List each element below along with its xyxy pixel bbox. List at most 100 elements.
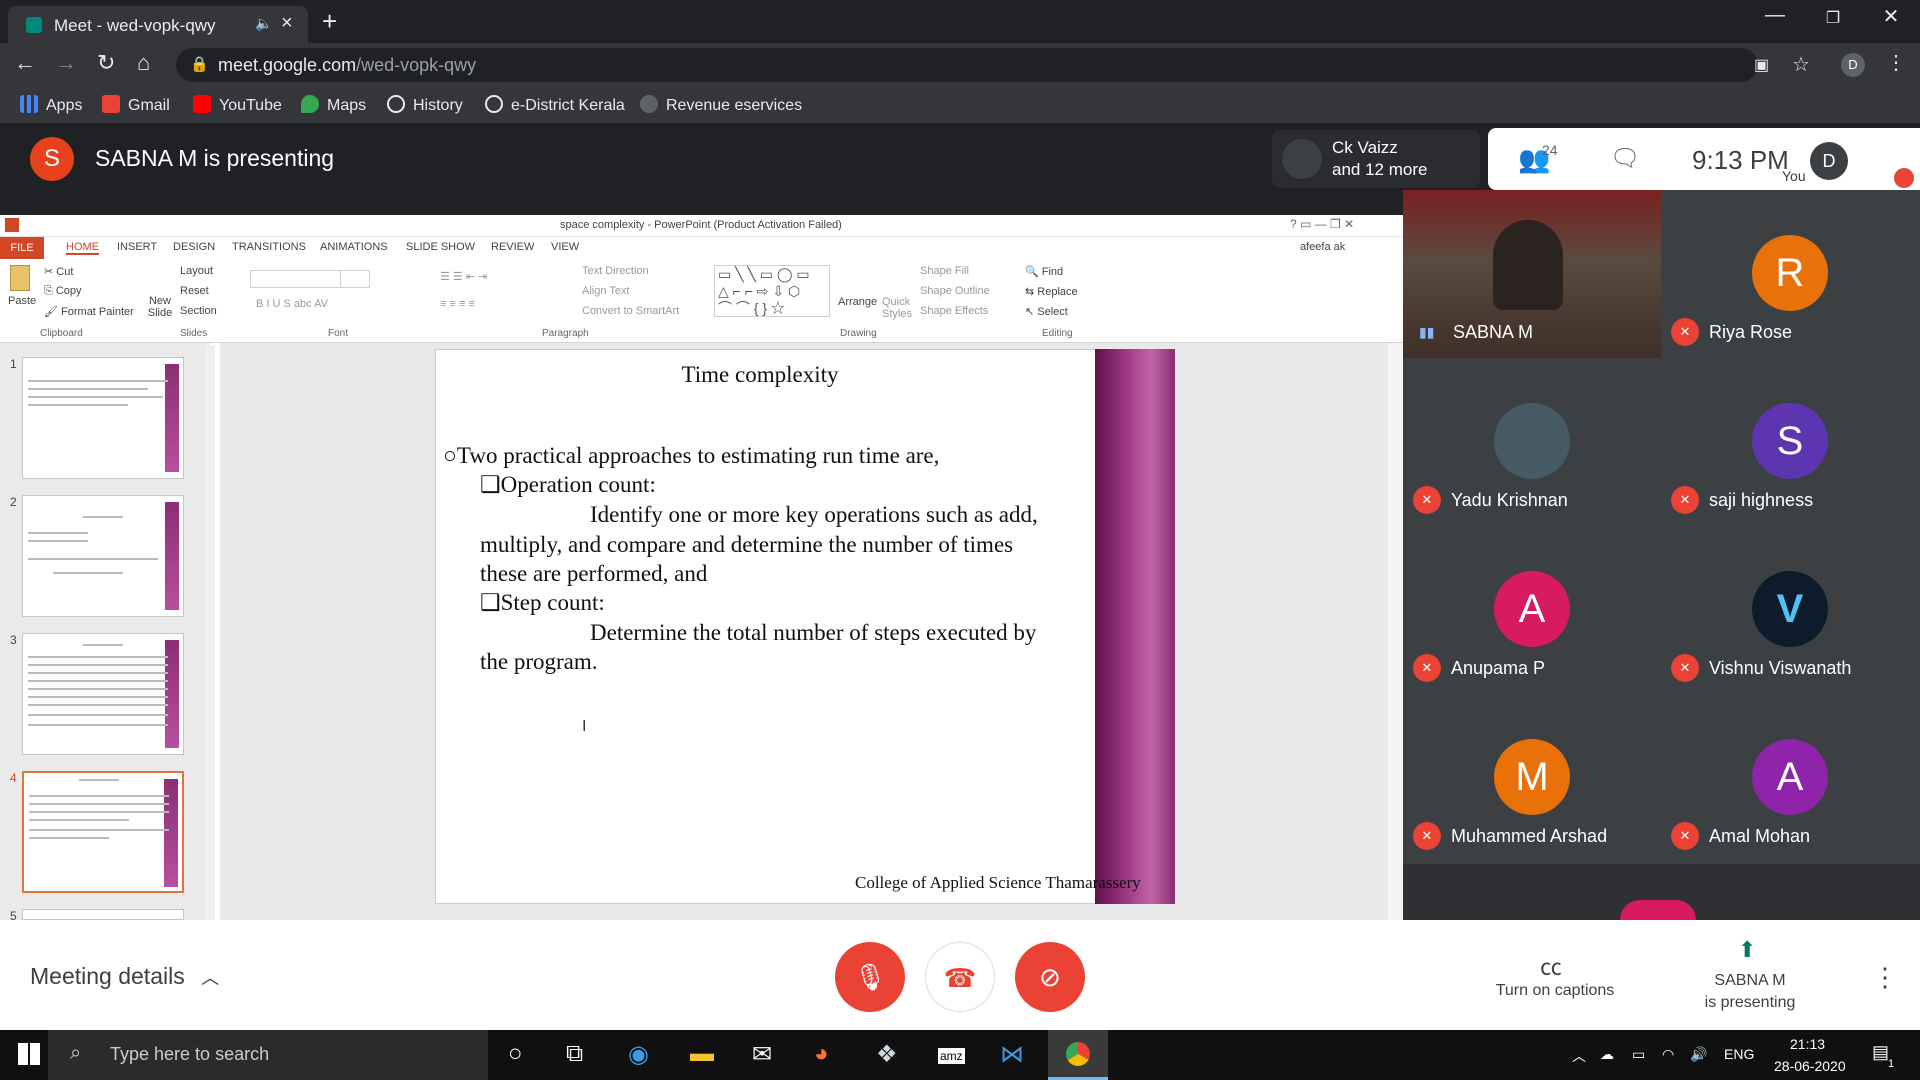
taskbar-search[interactable]: ⌕ Type here to search: [48, 1030, 488, 1080]
bookmark-apps[interactable]: Apps: [20, 95, 82, 115]
home-icon[interactable]: ⌂: [137, 50, 150, 76]
file-tab[interactable]: FILE: [0, 237, 44, 259]
shape-outline-button[interactable]: Shape Outline: [920, 285, 990, 297]
browser-tab[interactable]: Meet - wed-vopk-qwy 🔈 ×: [8, 6, 308, 43]
tab-home[interactable]: HOME: [66, 241, 99, 255]
paste-icon[interactable]: [10, 265, 30, 291]
paste-button[interactable]: Paste: [8, 295, 36, 307]
select-button[interactable]: ↖ Select: [1025, 305, 1068, 318]
participant-tile[interactable]: V ✕ Vishnu Viswanath: [1661, 526, 1919, 694]
leave-call-button[interactable]: ☎: [925, 942, 995, 1012]
meeting-details-button[interactable]: Meeting details ︿: [30, 963, 219, 990]
task-view-icon[interactable]: ⧉: [566, 1040, 583, 1068]
slide-thumbnail-1[interactable]: [22, 357, 184, 479]
address-bar[interactable]: 🔒 meet.google.com/wed-vopk-qwy: [176, 48, 1758, 82]
participant-tile[interactable]: ✕ Yadu Krishnan: [1403, 358, 1661, 526]
battery-icon[interactable]: ▭: [1632, 1046, 1645, 1063]
close-window-icon[interactable]: ✕: [1868, 4, 1914, 29]
forward-icon[interactable]: →: [55, 50, 77, 76]
wifi-icon[interactable]: ◠: [1662, 1046, 1674, 1063]
chrome-menu-icon[interactable]: ⋮: [1886, 50, 1906, 75]
amazon-icon[interactable]: amz: [938, 1048, 965, 1064]
tab-design[interactable]: DESIGN: [173, 241, 215, 253]
text-direction-button[interactable]: Text Direction: [582, 265, 649, 277]
tab-view[interactable]: VIEW: [551, 241, 579, 253]
captions-icon[interactable]: ㏄: [1540, 950, 1562, 982]
shape-effects-button[interactable]: Shape Effects: [920, 305, 988, 317]
font-size-combo[interactable]: [340, 270, 370, 288]
align-text-button[interactable]: Align Text: [582, 285, 630, 297]
participant-tile[interactable]: M ✕ Muhammed Arshad: [1403, 694, 1661, 862]
arrange-button[interactable]: Arrange: [838, 296, 877, 308]
minimize-icon[interactable]: —: [1752, 4, 1798, 27]
mic-toggle-button[interactable]: 🎙: [835, 942, 905, 1012]
participant-tile[interactable]: S ✕ saji highness: [1661, 358, 1919, 526]
dropbox-icon[interactable]: ❖: [876, 1040, 898, 1069]
format-painter-button[interactable]: 🖌 Format Painter: [44, 305, 134, 318]
ppt-window-controls-icon[interactable]: ? ▭ — ❐ ✕: [1290, 217, 1354, 231]
captions-button[interactable]: Turn on captions: [1470, 982, 1640, 1000]
convert-smartart-button[interactable]: Convert to SmartArt: [582, 305, 679, 317]
tab-review[interactable]: REVIEW: [491, 241, 534, 253]
language-indicator[interactable]: ENG: [1724, 1046, 1754, 1062]
find-button[interactable]: 🔍 Find: [1025, 265, 1063, 278]
align-buttons-icon[interactable]: ≡ ≡ ≡ ≡: [440, 298, 475, 310]
bookmark-gmail[interactable]: Gmail: [102, 95, 170, 115]
others-presenting-box[interactable]: Ck Vaizz and 12 more: [1272, 130, 1480, 188]
close-tab-icon[interactable]: ×: [281, 12, 293, 35]
onedrive-icon[interactable]: ☁: [1600, 1046, 1614, 1063]
shapes-gallery[interactable]: ▭ ╲ ╲ ▭ ◯ ▭ △ ⌐ ⌐ ⇨ ⇩ ⬡ ⌒ ⌒ { } ☆: [714, 265, 830, 317]
slide-thumbnail-5[interactable]: [22, 909, 184, 920]
slide-thumbnail-2[interactable]: [22, 495, 184, 617]
more-options-icon[interactable]: ⋮: [1872, 962, 1898, 993]
replace-button[interactable]: ⇆ Replace: [1025, 285, 1078, 298]
section-button[interactable]: Section: [180, 305, 217, 317]
edge-icon[interactable]: ◉: [628, 1040, 649, 1069]
slide-scrollbar[interactable]: [1388, 343, 1403, 920]
file-explorer-icon[interactable]: ▬: [690, 1040, 714, 1068]
tab-slideshow[interactable]: SLIDE SHOW: [406, 241, 475, 253]
camera-blocked-icon[interactable]: ▣: [1754, 55, 1769, 75]
back-icon[interactable]: ←: [14, 50, 36, 76]
slide-thumbnail-3[interactable]: [22, 633, 184, 755]
self-avatar[interactable]: D: [1810, 142, 1848, 180]
taskbar-date[interactable]: 28-06-2020: [1774, 1058, 1846, 1074]
bookmark-revenue[interactable]: Revenue eservices: [640, 95, 802, 115]
profile-avatar[interactable]: D: [1841, 53, 1865, 77]
mail-icon[interactable]: ✉: [752, 1040, 772, 1069]
new-tab-icon[interactable]: +: [322, 6, 337, 37]
volume-icon[interactable]: 🔊: [1690, 1046, 1707, 1063]
presenting-button[interactable]: SABNA Mis presenting: [1680, 970, 1820, 1014]
bookmark-youtube[interactable]: YouTube: [193, 95, 282, 115]
notifications-icon[interactable]: ▤: [1872, 1042, 1889, 1063]
list-buttons-icon[interactable]: ☰ ☰ ⇤ ⇥: [440, 270, 487, 283]
maximize-icon[interactable]: ❐: [1810, 8, 1856, 28]
bookmark-star-icon[interactable]: ☆: [1792, 52, 1810, 77]
participant-tile-video[interactable]: SABNA M ▮▮: [1403, 190, 1661, 358]
thumbnails-scrollbar[interactable]: [205, 345, 215, 920]
quick-styles-button[interactable]: Quick Styles: [882, 296, 912, 320]
firefox-icon[interactable]: ◕: [814, 1040, 829, 1068]
speaker-icon[interactable]: 🔈: [255, 15, 272, 32]
participant-tile[interactable]: R ✕ Riya Rose: [1661, 190, 1919, 358]
slide-thumbnail-4-selected[interactable]: [22, 771, 184, 893]
bookmark-maps[interactable]: Maps: [301, 95, 366, 115]
tab-insert[interactable]: INSERT: [117, 241, 157, 253]
ppt-user[interactable]: afeefa ak: [1300, 241, 1345, 253]
bookmark-edistrict[interactable]: e-District Kerala: [485, 95, 625, 115]
chrome-taskbar-button[interactable]: [1048, 1030, 1108, 1080]
copy-button[interactable]: ⎘ Copy: [44, 285, 82, 298]
reset-button[interactable]: Reset: [180, 285, 209, 297]
tab-animations[interactable]: ANIMATIONS: [320, 241, 388, 253]
taskbar-time[interactable]: 21:13: [1790, 1036, 1825, 1052]
present-screen-icon[interactable]: ⬆: [1738, 937, 1756, 963]
cut-button[interactable]: ✂ Cut: [44, 265, 73, 278]
tab-transitions[interactable]: TRANSITIONS: [232, 241, 306, 253]
chat-icon[interactable]: 🗨: [1610, 144, 1640, 173]
font-style-buttons-icon[interactable]: B I U S abc AV: [256, 298, 328, 310]
shape-fill-button[interactable]: Shape Fill: [920, 265, 969, 277]
tray-chevron-icon[interactable]: ︿: [1572, 1046, 1586, 1066]
participant-tile[interactable]: A ✕ Amal Mohan: [1661, 694, 1919, 862]
cortana-icon[interactable]: ○: [508, 1040, 523, 1068]
layout-button[interactable]: Layout: [180, 265, 213, 277]
